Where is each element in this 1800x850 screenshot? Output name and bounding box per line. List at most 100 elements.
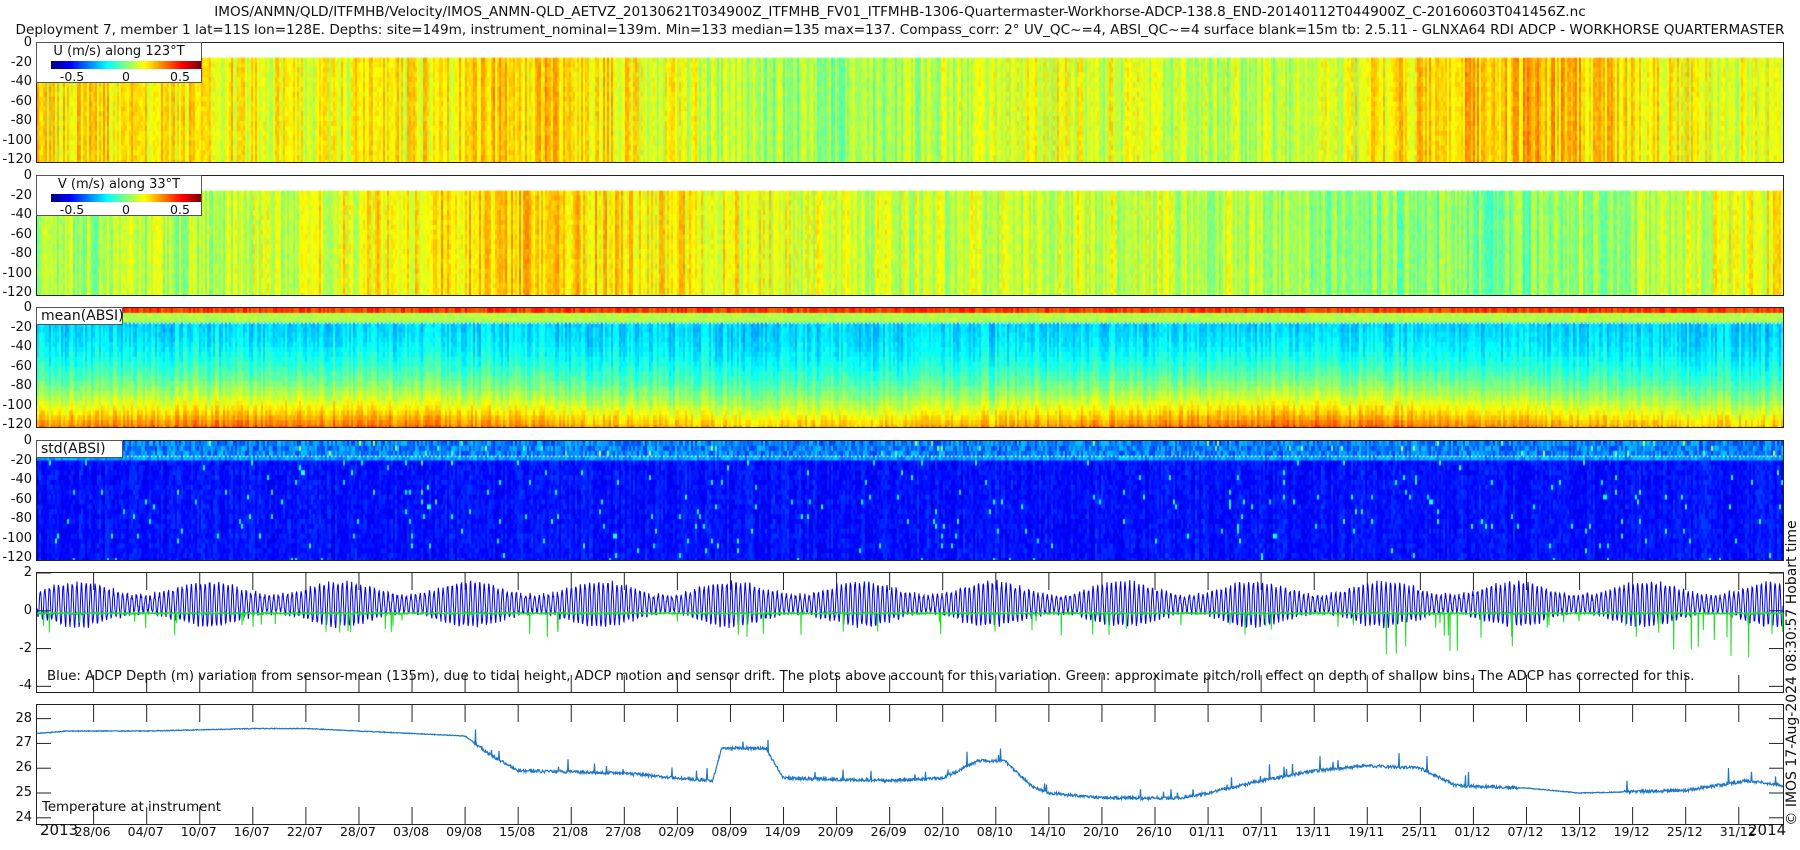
date-tick-label: 26/09 [870,824,907,839]
v-velocity-panel [36,175,1784,296]
date-tick-label: 19/12 [1613,824,1650,839]
date-tick-label: 14/09 [764,824,801,839]
depth-tick-label: 0 [23,168,32,183]
date-tick-label: 10/07 [180,824,217,839]
date-tick-label: 03/08 [393,824,430,839]
depth-variation-tick-label: 2 [23,565,32,580]
date-tick-label: 20/10 [1082,824,1119,839]
depth-tick-label: -60 [10,226,32,242]
date-tick-label: 01/11 [1189,824,1226,839]
depth-tick-label: -80 [10,511,32,527]
date-tick-label: 15/08 [499,824,536,839]
depth-tick-label: -120 [2,285,32,301]
u-colorbar-label: U (m/s) along 123°T [53,44,185,59]
depth-tick-label: -120 [2,550,32,566]
date-tick-label: 02/10 [923,824,960,839]
u-velocity-heatmap [37,43,1783,162]
depth-tick-label: -60 [10,491,32,507]
date-tick-label: 28/07 [339,824,376,839]
year-start-label: 2013 [40,821,79,839]
date-tick-label: 14/10 [1029,824,1066,839]
date-tick-label: 27/08 [605,824,642,839]
temperature-line [36,727,1784,802]
u-colorbar [51,61,201,69]
date-tick-label: 07/12 [1507,824,1544,839]
date-tick-label: 20/09 [817,824,854,839]
date-tick-label: 13/12 [1560,824,1597,839]
std-absi-label: std(ABSI) [36,440,123,458]
mean-absi-label: mean(ABSI) [36,307,124,325]
temperature-tick-label: 24 [15,809,32,825]
depth-tick-label: -100 [2,530,32,546]
v-velocity-heatmap [37,176,1783,295]
temperature-note: Temperature at instrument [42,800,221,815]
v-colorbar-legend: V (m/s) along 33°T -0.5 0 0.5 [36,175,202,217]
temperature-tick-label: 28 [15,710,32,726]
depth-tick-label: -100 [2,265,32,281]
depth-tick-label: -40 [10,207,32,223]
depth-tick-label: -20 [10,187,32,203]
depth-tick-label: -40 [10,339,32,355]
depth-tick-label: -20 [10,452,32,468]
date-tick-label: 25/11 [1401,824,1438,839]
date-tick-label: 02/09 [658,824,695,839]
std-absi-panel [36,440,1784,561]
depth-tick-label: -100 [2,397,32,413]
copyright-timestamp: © IMOS 17-Aug-2024 08:30:57 Hobart time [1784,520,1800,826]
depth-tick-label: -60 [10,358,32,374]
date-tick-label: 08/09 [711,824,748,839]
date-tick-label: 04/07 [127,824,164,839]
depth-tick-label: -80 [10,378,32,394]
figure-title-line2: Deployment 7, member 1 lat=11S lon=128E.… [15,22,1785,38]
colorbar-tick: 0 [122,202,130,217]
depth-tick-label: -120 [2,417,32,433]
date-tick-label: 07/11 [1242,824,1279,839]
mean-absi-panel [36,307,1784,428]
depth-tick-label: -40 [10,472,32,488]
depth-variation-line [36,579,1784,629]
v-colorbar [51,194,201,202]
date-tick-label: 28/06 [74,824,111,839]
colorbar-tick: 0.5 [170,202,190,217]
depth-tick-label: -120 [2,152,32,168]
depth-tick-label: -20 [10,54,32,70]
depth-tick-label: -60 [10,93,32,109]
depth-variation-tick-label: -2 [19,640,32,656]
figure-title-line1: IMOS/ANMN/QLD/ITFMHB/Velocity/IMOS_ANMN-… [214,4,1586,20]
depth-tick-label: -80 [10,113,32,129]
colorbar-tick: 0 [122,69,130,84]
depth-variation-tick-label: -4 [19,678,32,694]
colorbar-tick: 0.5 [170,69,190,84]
date-tick-label: 25/12 [1666,824,1703,839]
v-colorbar-label: V (m/s) along 33°T [57,177,181,192]
date-tick-label: 26/10 [1135,824,1173,839]
depth-tick-label: 0 [23,300,32,315]
date-tick-label: 08/10 [976,824,1013,839]
date-tick-label: 22/07 [286,824,323,839]
temperature-panel [36,704,1784,825]
colorbar-tick: -0.5 [59,69,85,84]
depth-tick-label: -80 [10,246,32,262]
date-tick-label: 09/08 [446,824,483,839]
depth-tick-label: 0 [23,433,32,448]
std-absi-heatmap [37,441,1783,560]
u-colorbar-legend: U (m/s) along 123°T -0.5 0 0.5 [36,42,202,84]
colorbar-tick: -0.5 [59,202,85,217]
u-velocity-panel [36,42,1784,163]
depth-tick-label: -40 [10,74,32,90]
date-tick-label: 19/11 [1348,824,1385,839]
temperature-tick-label: 26 [15,760,32,776]
year-end-label: 2014 [1748,821,1787,839]
temperature-tick-label: 25 [15,785,32,800]
pitch-roll-effect-line [36,610,1784,658]
temperature-tick-label: 27 [15,735,32,751]
depth-tick-label: -100 [2,132,32,148]
date-tick-label: 16/07 [233,824,270,839]
date-tick-label: 13/11 [1295,824,1332,839]
depth-tick-label: 0 [23,35,32,50]
depth-note: Blue: ADCP Depth (m) variation from sens… [47,669,1695,684]
depth-tick-label: -20 [10,319,32,335]
depth-variation-tick-label: 0 [23,602,32,618]
mean-absi-heatmap [37,308,1783,427]
temperature-plot [36,705,1784,824]
